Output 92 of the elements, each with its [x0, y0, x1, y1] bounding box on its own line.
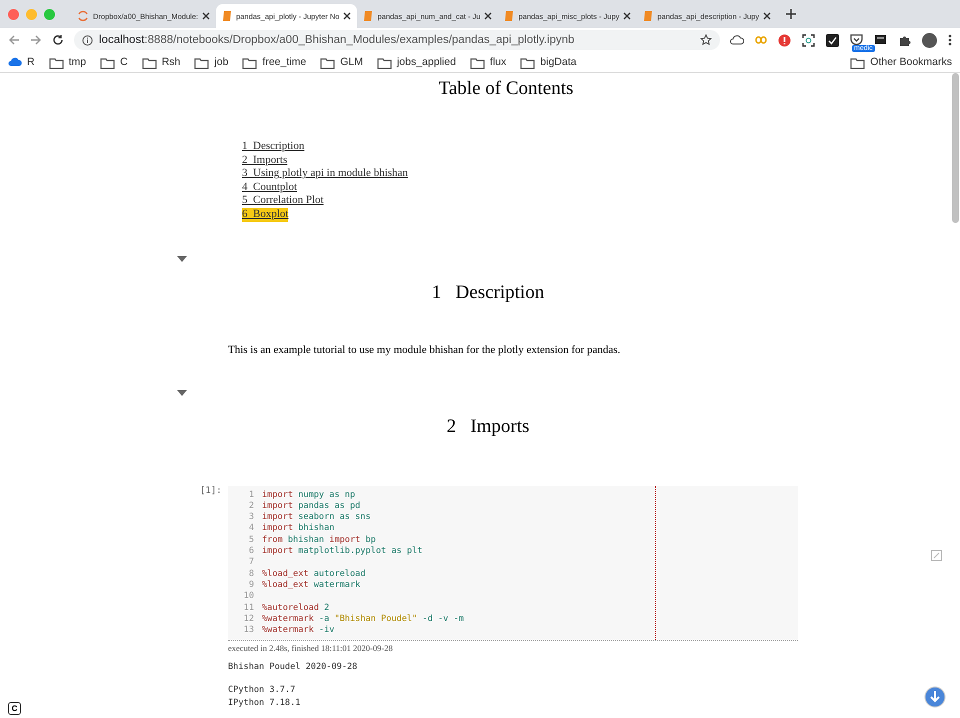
- line-number: 8: [248, 568, 255, 580]
- notebook-icon: [363, 10, 374, 22]
- execution-note: executed in 2.48s, finished 18:11:01 2020-09-28: [228, 640, 798, 654]
- cloud-icon: [8, 57, 22, 67]
- download-icon[interactable]: [924, 686, 946, 708]
- notebook-icon: [504, 10, 514, 22]
- code-line: from bhishan import bp: [262, 534, 376, 546]
- bookmark-link[interactable]: flux: [490, 56, 506, 68]
- bookmark-link[interactable]: job: [214, 56, 228, 68]
- code-line: %autoreload 2: [262, 602, 330, 614]
- input-prompt: [1]:: [200, 486, 223, 498]
- bookmark-link[interactable]: C: [120, 56, 128, 68]
- avatar-icon[interactable]: [922, 32, 937, 48]
- close-icon[interactable]: [763, 12, 772, 20]
- extension-icon[interactable]: [874, 34, 887, 46]
- code-line: %watermark -iv: [262, 625, 334, 636]
- folder-icon: [850, 56, 866, 68]
- line-number: 9: [248, 580, 255, 592]
- folder-icon: [376, 56, 392, 68]
- folder-icon: [100, 56, 116, 68]
- code-line: %load_ext autoreload: [262, 568, 366, 580]
- pocket-icon[interactable]: [850, 34, 863, 46]
- screenshot-icon[interactable]: [802, 34, 815, 46]
- alert-icon[interactable]: [778, 34, 791, 46]
- folder-icon: [142, 56, 157, 68]
- bookmark-link[interactable]: Rsh: [162, 56, 180, 68]
- bookmark-link[interactable]: jobs_applied: [396, 56, 456, 68]
- folder-icon: [320, 56, 336, 68]
- folder-icon: [194, 56, 210, 68]
- bookmark-link[interactable]: free_time: [262, 56, 306, 68]
- cloud-icon[interactable]: [730, 35, 744, 45]
- close-icon[interactable]: [623, 12, 632, 20]
- section-heading: 2 Imports: [446, 416, 530, 438]
- line-number: 11: [242, 602, 255, 614]
- folder-icon: [470, 56, 485, 68]
- notebook-icon: [643, 10, 654, 22]
- close-icon[interactable]: [202, 12, 210, 20]
- output-line: IPython 7.18.1: [228, 697, 300, 710]
- toc-link[interactable]: 4 Countplot: [242, 180, 298, 194]
- code-cell[interactable]: [228, 486, 798, 640]
- section-heading: 1 Description: [430, 282, 546, 304]
- output-line: Bhishan Poudel 2020-09-28: [228, 661, 358, 674]
- code-line: import pandas as pd: [262, 500, 360, 512]
- toc-link[interactable]: 1 Description: [242, 140, 304, 154]
- line-number: 12: [242, 614, 255, 626]
- info-icon: [82, 34, 93, 46]
- code-line: import matplotlib.pyplot as plt: [262, 546, 422, 558]
- folder-icon: [242, 56, 258, 68]
- address-bar[interactable]: localhost:8888/notebooks/Dropbox/a00_Bhishan_Modules/examples/pandas_api_plotly.ipynb: [74, 30, 720, 50]
- line-number: 7: [248, 557, 255, 569]
- code-line: import seaborn as sns: [262, 512, 371, 524]
- folder-icon: [520, 56, 536, 68]
- toc-title: Table of Contents: [438, 78, 574, 100]
- paragraph: This is an example tutorial to use my module bhishan for the plotly extension for pandas.: [228, 344, 622, 356]
- toc-link[interactable]: 5 Correlation Plot: [242, 194, 324, 208]
- scrollbar[interactable]: [952, 73, 959, 223]
- toc-link[interactable]: 3 Using plotly api in module bhishan: [242, 167, 408, 181]
- bookmark-link[interactable]: tmp: [68, 56, 86, 68]
- folder-icon: [48, 56, 64, 68]
- output-line: CPython 3.7.7: [228, 684, 296, 698]
- notebook-icon: [222, 10, 232, 22]
- line-number: 6: [248, 546, 255, 558]
- line-number: 1: [248, 490, 255, 501]
- line-number: 4: [248, 523, 255, 535]
- line-number: 13: [242, 625, 255, 636]
- menu-icon[interactable]: [948, 34, 952, 46]
- new-tab-icon[interactable]: [785, 8, 798, 20]
- reload-icon[interactable]: [52, 34, 64, 46]
- line-number: 3: [248, 512, 255, 524]
- corner-badge[interactable]: C: [8, 702, 21, 715]
- star-icon[interactable]: [700, 34, 712, 46]
- code-line: import bhishan: [262, 523, 334, 535]
- code-line: %watermark -a "Bhishan Poudel" -d -v -m: [262, 614, 464, 626]
- forward-icon[interactable]: [30, 34, 42, 46]
- puzzle-icon[interactable]: [898, 34, 911, 46]
- loading-icon: [77, 10, 89, 22]
- bookmark-link[interactable]: Other Bookmarks: [870, 56, 952, 68]
- code-line: %load_ext watermark: [262, 580, 360, 592]
- line-number: 2: [248, 500, 255, 512]
- collapse-caret-icon[interactable]: [177, 256, 187, 262]
- code-line: import numpy as np: [262, 490, 356, 501]
- checkmark-icon[interactable]: [826, 34, 839, 46]
- bookmark-link[interactable]: R: [27, 56, 35, 68]
- line-number: 10: [242, 591, 255, 603]
- line-number: 5: [248, 534, 255, 546]
- bookmark-link[interactable]: GLM: [340, 56, 363, 68]
- toc-link[interactable]: 2 Imports: [242, 154, 288, 168]
- bookmark-link[interactable]: bigData: [540, 56, 576, 68]
- close-icon[interactable]: [343, 12, 352, 20]
- collapse-caret-icon[interactable]: [177, 390, 187, 396]
- back-icon[interactable]: [8, 34, 20, 46]
- close-icon[interactable]: [484, 12, 492, 20]
